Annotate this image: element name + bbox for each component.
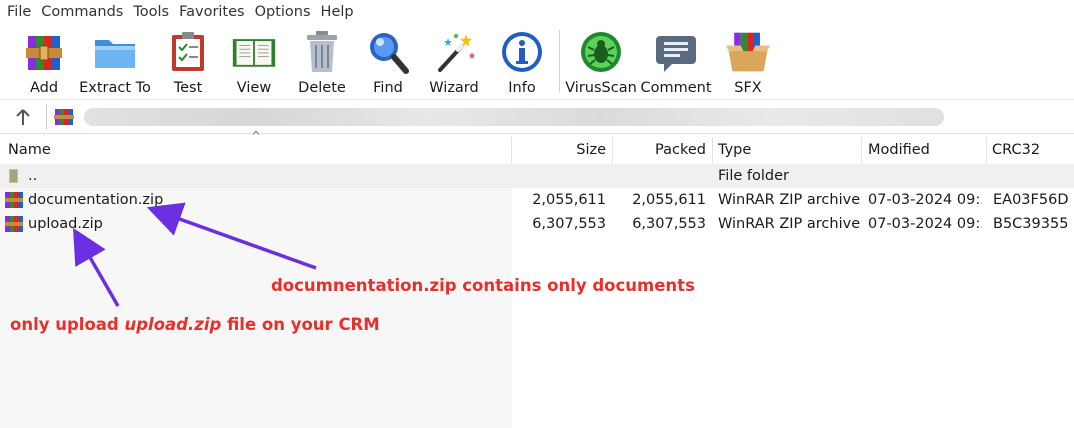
arrow-to-upload — [73, 227, 120, 307]
annotation-upload-note: only upload upload.zip file on your CRM — [10, 315, 380, 334]
annotation-arrows — [73, 202, 317, 307]
arrow-to-documentation — [146, 202, 317, 270]
annotation-upload-post: file on your CRM — [221, 315, 380, 334]
annotation-documentation-note: documnentation.zip contains only documen… — [271, 276, 695, 295]
annotation-upload-pre: only upload — [10, 315, 125, 334]
annotation-upload-filename: upload.zip — [124, 315, 222, 334]
